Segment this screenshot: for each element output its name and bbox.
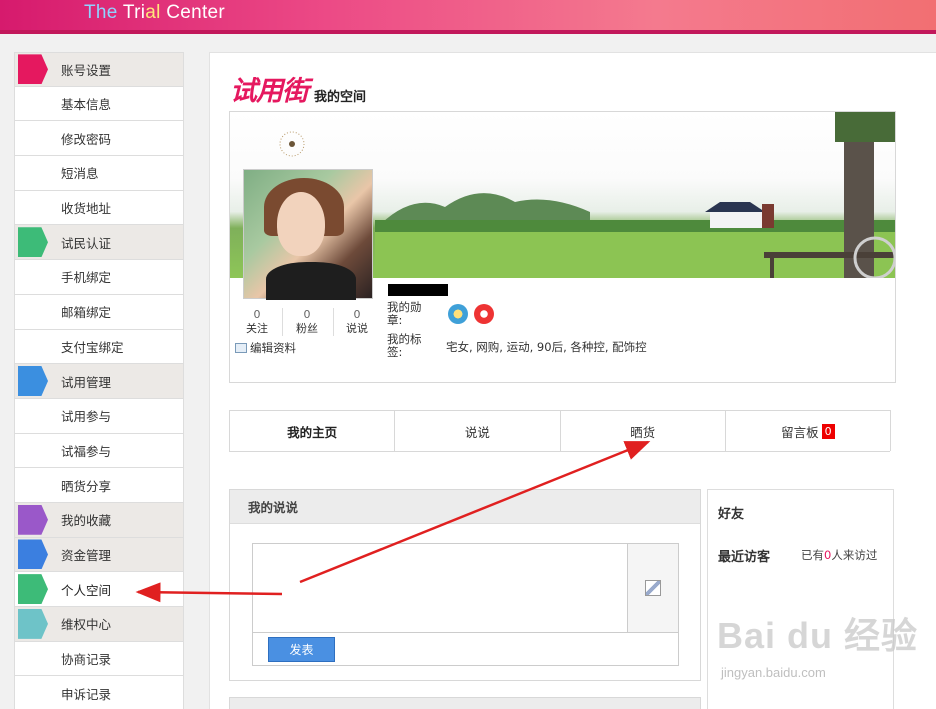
sidebar-item-label: 试民认证 [61,235,112,251]
visitors-title: 最近访客 [718,550,771,565]
person-icon [15,364,51,398]
sidebar-item-9[interactable]: 试用管理 [14,364,184,399]
image-icon [645,580,661,596]
sidebar-item-16[interactable]: 维权中心 [14,607,184,642]
sidebar-item-5[interactable]: 试民认证 [14,225,184,261]
site-logo[interactable]: 试用街 [230,69,309,108]
avatar[interactable] [243,169,373,300]
submit-bar: 发表 [252,633,679,666]
dandelion-icon [279,131,305,157]
friends-title: 好友 [718,507,745,522]
page-title: 我的空间 [314,90,367,105]
sidebar-item-1[interactable]: 基本信息 [14,86,184,122]
sidebar-item-12[interactable]: 晒货分享 [14,468,184,503]
sidebar-item-17[interactable]: 协商记录 [14,641,184,677]
top-header: The Trial Center [0,0,936,34]
sidebar-item-label: 申诉记录 [61,686,112,702]
sidebar-item-label: 晒货分享 [61,478,112,494]
tab-2[interactable]: 晒货 [559,410,726,451]
sidebar-item-0[interactable]: 账号设置 [14,52,184,87]
sidebar-item-label: 试用管理 [61,374,112,390]
profile-card: 0 关注 0 粉丝 0 说说 编辑资料 我的勋章: 我的标签: 宅女, 网购, … [229,111,896,383]
sidebar-item-label: 账号设置 [61,62,112,78]
sidebar-item-4[interactable]: 收货地址 [14,190,184,226]
message-count-badge: 0 [821,423,835,439]
sidebar: 账号设置基本信息修改密码短消息收货地址试民认证手机绑定邮箱绑定支付宝绑定试用管理… [14,52,184,709]
sidebar-item-14[interactable]: 资金管理 [14,537,184,573]
visitors-info: 已有0人来访过 [801,548,878,562]
sidebar-item-18[interactable]: 申诉记录 [14,676,184,709]
shield-icon [15,607,51,641]
watermark-url: jingyan.baidu.com [721,665,826,680]
sidebar-item-label: 我的收藏 [61,513,112,529]
money-icon [15,538,51,572]
sidebar-item-10[interactable]: 试用参与 [14,398,184,434]
brand-text-3: al [145,2,161,23]
say-panel: 我的说说 发表 [229,489,701,681]
next-panel-header [229,697,701,709]
sidebar-item-label: 资金管理 [61,547,112,563]
sidebar-item-15[interactable]: 个人空间 [14,572,184,607]
star-icon [15,503,51,537]
redacted-username [388,284,448,296]
watermark-logo: Bai du 经验 [717,615,919,656]
sidebar-item-6[interactable]: 手机绑定 [14,260,184,295]
tag-label: 我的标签: [387,332,422,359]
sidebar-item-label: 短消息 [61,166,99,182]
logo-row: 试用街 我的空间 [230,69,366,108]
sidebar-item-3[interactable]: 短消息 [14,156,184,191]
sidebar-item-label: 试福参与 [61,443,112,459]
medal-badge-icon-1[interactable] [448,304,468,324]
sidebar-item-label: 收货地址 [61,201,112,217]
user-icon [15,53,51,86]
tab-3[interactable]: 留言板 0 [724,410,891,451]
brand-text-4: Center [160,2,226,23]
brand-text-2: Tri [117,2,146,23]
sidebar-item-8[interactable]: 支付宝绑定 [14,329,184,365]
sidebar-item-label: 试用参与 [61,409,112,425]
brand-text-1: The [84,2,118,23]
sidebar-item-11[interactable]: 试福参与 [14,433,184,469]
upload-image-button[interactable] [627,543,679,633]
sidebar-item-label: 修改密码 [61,131,112,147]
tags-value: 宅女, 网购, 运动, 90后, 各种控, 配饰控 [446,340,647,354]
edit-icon [235,343,247,353]
sidebar-item-label: 协商记录 [61,652,112,668]
space-icon [15,572,51,606]
sidebar-item-label: 支付宝绑定 [61,339,124,355]
stat-say[interactable]: 0 说说 [337,308,377,336]
edit-profile-link[interactable]: 编辑资料 [235,340,296,356]
sidebar-item-13[interactable]: 我的收藏 [14,502,184,538]
publish-button[interactable]: 发表 [268,637,335,662]
sidebar-item-7[interactable]: 邮箱绑定 [14,294,184,330]
sidebar-item-label: 维权中心 [61,617,112,633]
space-tabs: 我的主页 说说 晒货 留言板 0 [229,410,891,452]
tab-1[interactable]: 说说 [394,410,561,451]
stat-follow[interactable]: 0 关注 [237,308,277,336]
say-input[interactable] [252,543,628,633]
house-icon [705,202,774,228]
sidebar-item-label: 个人空间 [61,582,112,598]
tab-0[interactable]: 我的主页 [229,410,396,451]
medal-badge-icon-2[interactable] [474,304,494,324]
brand-logo[interactable]: The Trial Center [84,2,225,24]
sidebar-item-label: 邮箱绑定 [61,305,112,321]
sidebar-item-label: 基本信息 [61,97,112,113]
header-stripe [0,30,936,34]
baidu-watermark: Bai du 经验 jingyan.baidu.com [717,607,917,687]
medal-label: 我的勋章: [387,300,422,327]
sidebar-item-label: 手机绑定 [61,270,112,286]
list-icon [15,225,51,259]
stat-fans[interactable]: 0 粉丝 [287,308,327,336]
say-panel-title: 我的说说 [230,490,700,524]
sidebar-item-2[interactable]: 修改密码 [14,121,184,157]
